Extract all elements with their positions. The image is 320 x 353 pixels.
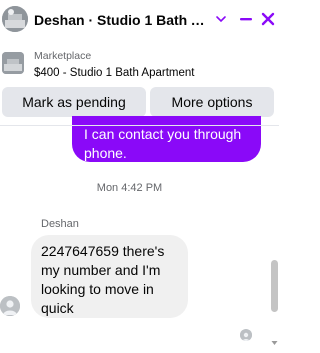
chevron-down-icon[interactable] [212,10,230,28]
listing-title[interactable]: $400 - Studio 1 Bath Apartment [34,67,194,79]
outgoing-message[interactable]: I can contact you through phone. [72,116,261,162]
marketplace-label: Marketplace [34,50,92,62]
incoming-message-text: 2247647659 there's my number and I'm loo… [41,243,165,316]
conversation-title[interactable]: Deshan · Studio 1 Bath Ap··· [34,12,210,28]
minimize-icon[interactable] [237,10,255,28]
more-options-button[interactable]: More options [150,87,274,117]
contact-avatar[interactable] [2,6,28,32]
scrollbar-thumb[interactable] [271,260,278,312]
close-icon[interactable] [259,10,277,28]
outgoing-message-text: I can contact you through phone. [84,126,242,161]
message-scrollbar[interactable] [270,126,279,350]
message-timestamp: Mon 4:42 PM [96,182,163,194]
incoming-message[interactable]: 2247647659 there's my number and I'm loo… [31,235,188,318]
chat-header: Deshan · Studio 1 Bath Ap··· [0,0,279,44]
listing-thumbnail[interactable] [2,52,24,74]
seen-receipt-avatar-icon [240,329,252,341]
mark-as-pending-button[interactable]: Mark as pending [2,87,146,117]
sender-avatar-icon[interactable] [0,296,20,316]
scroll-down-arrow-icon[interactable] [271,335,278,345]
header-divider [0,125,279,126]
sender-name: Deshan [41,218,79,230]
